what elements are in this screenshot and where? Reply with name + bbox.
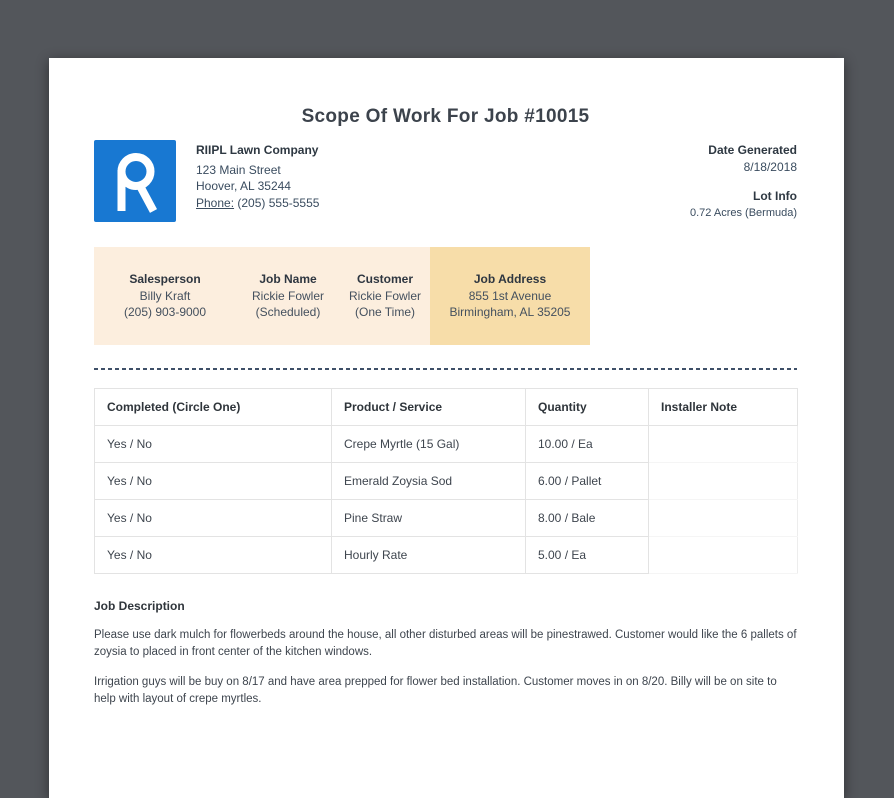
lot-info-value: 0.72 Acres (Bermuda) <box>690 206 797 219</box>
job-info-box: Salesperson Billy Kraft (205) 903-9000 J… <box>94 247 590 345</box>
company-name: RIIPL Lawn Company <box>196 143 319 157</box>
salesperson-label: Salesperson <box>129 272 201 286</box>
installer-note-cell <box>648 499 798 537</box>
product-cell: Hourly Rate <box>331 536 526 574</box>
job-address-line1: 855 1st Avenue <box>468 288 552 303</box>
page-title: Scope Of Work For Job #10015 <box>301 106 590 127</box>
salesperson-name: Billy Kraft <box>139 288 191 303</box>
company-logo <box>94 140 176 222</box>
job-name-label: Job Name <box>259 272 317 286</box>
job-status: (Scheduled) <box>255 305 321 319</box>
completed-cell: Yes / No <box>94 536 332 574</box>
table-row: Yes / No Pine Straw 8.00 / Bale <box>94 499 798 537</box>
customer-name: Rickie Fowler <box>348 288 421 303</box>
dashed-divider <box>94 368 797 370</box>
job-address-line2: Birmingham, AL 35205 <box>449 305 571 319</box>
company-address-line1: 123 Main Street <box>196 162 281 177</box>
document-page: Scope Of Work For Job #10015 RIIPL Lawn … <box>49 58 844 798</box>
product-cell: Crepe Myrtle (15 Gal) <box>331 425 526 463</box>
job-info-plain-section: Salesperson Billy Kraft (205) 903-9000 J… <box>94 247 430 345</box>
company-phone: Phone: (205) 555-5555 <box>196 195 319 212</box>
table-header-row: Completed (Circle One) Product / Service… <box>94 388 798 426</box>
column-header-installer-note: Installer Note <box>648 388 798 426</box>
table-row: Yes / No Hourly Rate 5.00 / Ea <box>94 536 798 574</box>
document-header: RIIPL Lawn Company 123 Main Street Hoove… <box>94 140 797 222</box>
table-row: Yes / No Crepe Myrtle (15 Gal) 10.00 / E… <box>94 425 798 463</box>
job-description-heading: Job Description <box>94 599 185 613</box>
logo-r-icon <box>117 153 158 213</box>
quantity-cell: 10.00 / Ea <box>525 425 649 463</box>
completed-cell: Yes / No <box>94 499 332 537</box>
date-generated-value: 8/18/2018 <box>743 159 797 174</box>
customer-label: Customer <box>356 272 413 286</box>
installer-note-cell <box>648 425 798 463</box>
quantity-cell: 5.00 / Ea <box>525 536 649 574</box>
job-name-column: Job Name Rickie Fowler (Scheduled) <box>236 271 340 345</box>
job-address-label: Job Address <box>473 272 547 286</box>
phone-label: Phone: <box>196 195 235 210</box>
job-name-value: Rickie Fowler <box>251 288 324 303</box>
page-content: Scope Of Work For Job #10015 RIIPL Lawn … <box>49 58 844 708</box>
product-cell: Pine Straw <box>331 499 526 537</box>
customer-column: Customer Rickie Fowler (One Time) <box>340 271 430 345</box>
company-info: RIIPL Lawn Company 123 Main Street Hoove… <box>196 140 319 222</box>
quantity-cell: 8.00 / Bale <box>525 499 649 537</box>
column-header-completed: Completed (Circle One) <box>94 388 332 426</box>
meta-block: Date Generated 8/18/2018 Lot Info 0.72 A… <box>690 140 797 221</box>
date-generated-label: Date Generated <box>708 143 797 157</box>
job-description-paragraph-1: Please use dark mulch for flowerbeds aro… <box>94 629 797 658</box>
company-address-line2: Hoover, AL 35244 <box>196 179 291 193</box>
quantity-cell: 6.00 / Pallet <box>525 462 649 500</box>
meta-spacer <box>690 175 797 188</box>
job-address-column: Job Address 855 1st Avenue Birmingham, A… <box>430 247 590 345</box>
company-block: RIIPL Lawn Company 123 Main Street Hoove… <box>94 140 319 222</box>
phone-number: (205) 555-5555 <box>237 195 320 210</box>
column-header-product: Product / Service <box>331 388 526 426</box>
completed-cell: Yes / No <box>94 425 332 463</box>
job-description-paragraph-2: Irrigation guys will be buy on 8/17 and … <box>94 676 777 705</box>
customer-type: (One Time) <box>354 305 415 319</box>
column-header-quantity: Quantity <box>525 388 649 426</box>
completed-cell: Yes / No <box>94 462 332 500</box>
salesperson-column: Salesperson Billy Kraft (205) 903-9000 <box>94 271 236 345</box>
installer-note-cell <box>648 462 798 500</box>
installer-note-cell <box>648 536 798 574</box>
salesperson-phone: (205) 903-9000 <box>123 305 207 319</box>
work-items-table: Completed (Circle One) Product / Service… <box>94 388 798 574</box>
table-row: Yes / No Emerald Zoysia Sod 6.00 / Palle… <box>94 462 798 500</box>
product-cell: Emerald Zoysia Sod <box>331 462 526 500</box>
lot-info-label: Lot Info <box>753 189 797 203</box>
